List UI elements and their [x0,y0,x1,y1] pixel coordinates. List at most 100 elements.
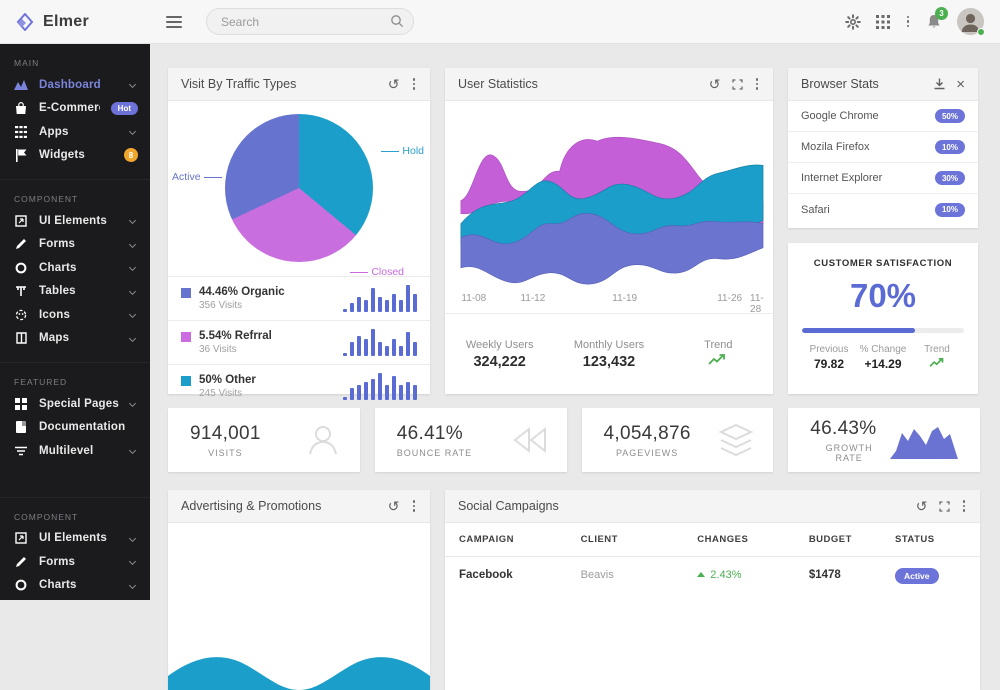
sidebar-item-documentation[interactable]: Documentation [0,416,150,440]
more-options-icon[interactable] [905,14,912,30]
customer-satisfaction-card: CUSTOMER SATISFACTION 70% Previous 79.82… [788,243,978,394]
card-title: Visit By Traffic Types [181,77,297,91]
user-statistics-streamgraph [445,101,773,291]
advertising-chart [168,523,430,690]
smiley-icon [14,309,28,321]
trend-up-icon [910,357,964,371]
browser-row-safari: Safari 10% [788,194,978,225]
pie-label-active: Active [172,171,225,183]
hot-badge: Hot [110,101,138,115]
sidebar-item-icons[interactable]: Icons [0,303,150,327]
card-menu-icon[interactable] [961,498,968,514]
card-menu-icon[interactable] [411,76,418,92]
sidebar-item-forms[interactable]: Forms [0,233,150,257]
legend-row-other: 50% Other 245 Visits [168,364,430,408]
apps-grid-icon[interactable] [875,14,890,29]
settings-gear-icon[interactable] [844,13,861,30]
notifications-bell-icon[interactable]: 3 [926,7,948,30]
refresh-icon[interactable]: ↺ [388,499,400,513]
sidebar-section-main: MAIN Dashboard E-Commerce Hot Apps [0,44,150,167]
sidebar-item-ui-elements[interactable]: UI Elements [0,209,150,233]
pie-label-closed: Closed [347,266,404,278]
sidebar-item-forms[interactable]: Forms [0,550,150,574]
expand-icon[interactable] [938,500,950,512]
user-icon [304,421,342,459]
chevron-down-icon [128,287,137,295]
online-status-dot [977,28,985,36]
change-up-icon [697,572,706,577]
close-icon[interactable]: × [956,77,965,92]
chevron-down-icon [128,447,137,455]
brand-gem-icon [16,12,34,31]
sidebar-item-apps[interactable]: Apps [0,120,150,144]
sidebar-item-ecommerce[interactable]: E-Commerce Hot [0,97,150,121]
browser-row-firefox: Mozila Firefox 10% [788,132,978,163]
sidebar-item-multilevel[interactable]: Multilevel [0,439,150,463]
legend-swatch [181,376,191,386]
campaigns-table: CAMPAIGN CLIENT CHANGES BUDGET STATUS Fa… [445,523,980,592]
apps-grid-icon [14,125,28,138]
satisfaction-heading: CUSTOMER SATISFACTION [813,258,953,269]
ui-elements-icon [14,532,28,544]
kpi-growth-rate: 46.43% GROWTH RATE [788,408,980,472]
sidebar-item-special-pages[interactable]: Special Pages [0,392,150,416]
dashboard-chart-icon [14,79,28,91]
legend-swatch [181,332,191,342]
table-header-row: CAMPAIGN CLIENT CHANGES BUDGET STATUS [445,523,980,557]
rewind-icon [509,425,549,455]
search-input[interactable] [206,8,414,35]
main-content: Visit By Traffic Types ↺ Active Hold Clo… [150,44,1000,690]
sidebar-item-dashboard[interactable]: Dashboard [0,73,150,97]
refresh-icon[interactable]: ↺ [916,499,928,513]
kpi-bounce-rate: 46.41% BOUNCE RATE [374,408,567,472]
kpi-visits: 914,001 VISITS [168,408,360,472]
sidebar-item-maps[interactable]: Maps [0,327,150,351]
card-title: Browser Stats [801,77,879,91]
sidebar-item-charts[interactable]: Charts [0,574,150,598]
section-label: COMPONENT [14,194,79,204]
download-icon[interactable] [934,78,945,90]
pencil-icon [14,556,28,568]
table-icon [14,285,28,297]
browser-row-ie: Internet Explorer 30% [788,163,978,194]
sidebar-item-charts[interactable]: Charts [0,256,150,280]
sparkline-bars [342,329,417,356]
sidebar-item-widgets[interactable]: Widgets 8 [0,144,150,168]
card-title: Social Campaigns [458,499,559,513]
chevron-down-icon [128,264,137,272]
chevron-down-icon [128,128,137,136]
pie-graphic [225,114,373,262]
multilevel-lines-icon [14,446,28,456]
user-statistics-footer: Weekly Users 324,222 Monthly Users 123,4… [445,313,773,394]
browser-row-chrome: Google Chrome 50% [788,101,978,132]
notification-count-badge: 3 [935,7,948,20]
user-avatar[interactable] [957,8,985,36]
legend-swatch [181,288,191,298]
card-menu-icon[interactable] [411,498,418,514]
legend-row-referral: 5.54% Refrral 36 Visits [168,320,430,364]
share-badge: 10% [934,140,965,154]
refresh-icon[interactable]: ↺ [709,77,721,91]
sidebar-section-component: COMPONENT UI Elements Forms Charts Table… [0,179,150,350]
sparkline-bars [342,373,417,400]
sidebar-item-ui-elements[interactable]: UI Elements [0,527,150,551]
search-icon[interactable] [390,14,404,33]
chevron-down-icon [128,534,137,542]
layers-icon [717,423,755,457]
area-chart-icon [888,419,962,461]
browser-stats-card: Browser Stats × Google Chrome 50% Mozila… [788,68,978,228]
brand[interactable]: Elmer [0,12,150,31]
sidebar-item-tables[interactable]: Tables [0,280,150,304]
card-title: Advertising & Promotions [181,499,322,513]
traffic-pie-chart: Active Hold Closed [168,101,430,278]
chevron-down-icon [128,400,137,408]
menu-toggle-icon[interactable] [166,15,182,28]
pie-label-hold: Hold [378,145,424,157]
refresh-icon[interactable]: ↺ [388,77,400,91]
chevron-down-icon [128,240,137,248]
chevron-down-icon [128,334,137,342]
social-campaigns-card: Social Campaigns ↺ CAMPAIGN CLIENT CHANG… [445,490,980,690]
expand-icon[interactable] [731,78,743,90]
card-menu-icon[interactable] [754,76,761,92]
widgets-count-badge: 8 [124,148,138,163]
